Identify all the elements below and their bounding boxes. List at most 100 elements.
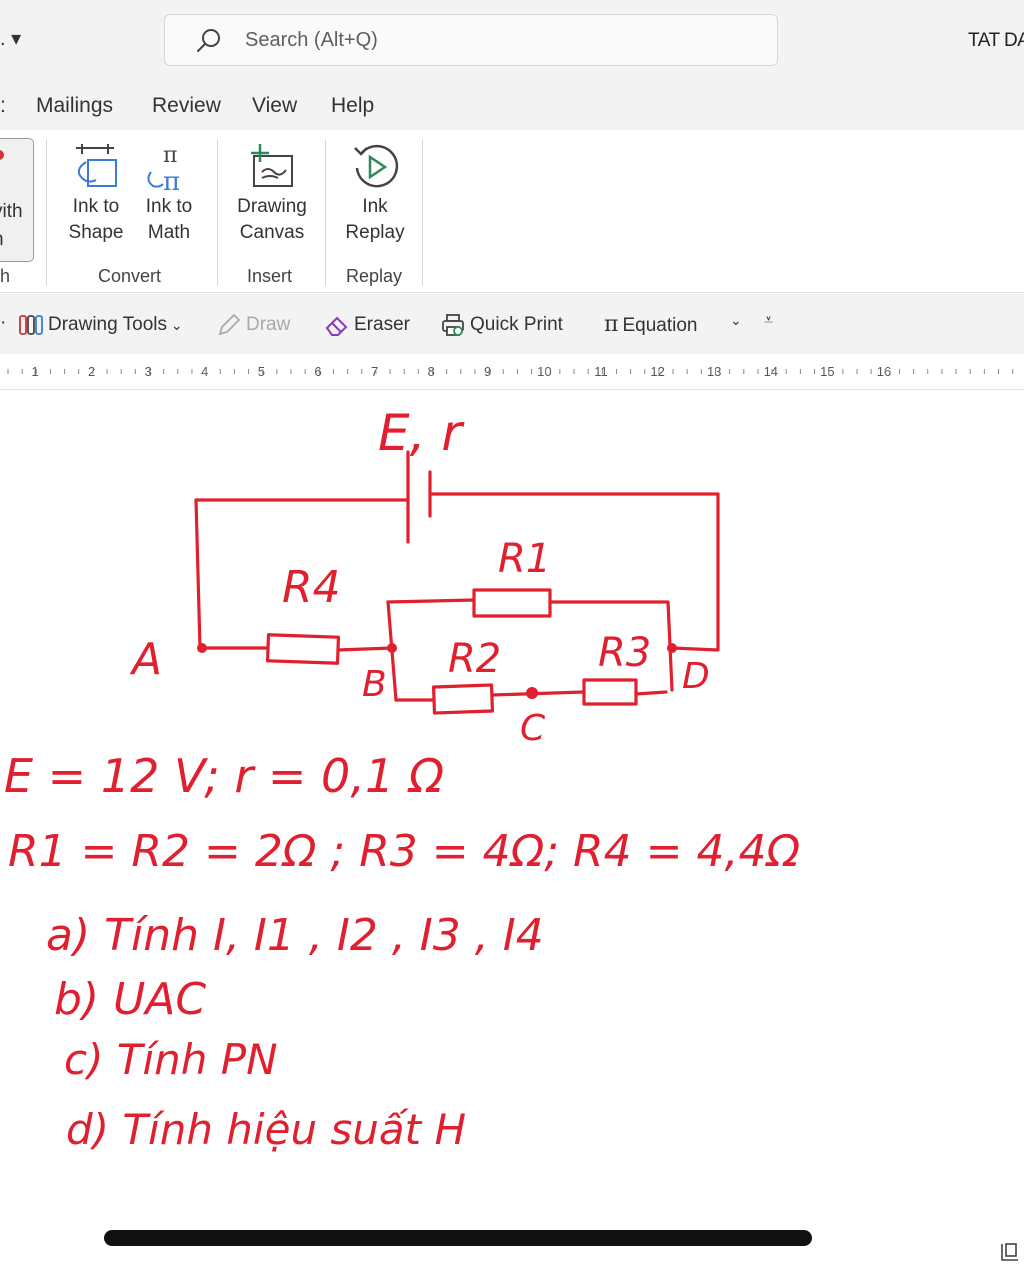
node-label-d: D [682,656,710,697]
ruler-number: 4 [201,364,208,379]
ruler-number: 16 [877,364,891,379]
tab-mailings[interactable]: Mailings [36,94,113,118]
wire-left-vertical [194,498,202,650]
ruler-number: 14 [764,364,778,379]
node-label-c: C [520,708,546,749]
resistor-label-r4: R4 [282,562,341,613]
tab-review[interactable]: Review [152,94,221,118]
ruler-number: 3 [145,364,152,379]
group-label-insert: Insert [247,266,293,286]
title-bar: . ▾ Search (Alt+Q) TAT DA [0,0,1024,82]
node-a-dot [197,643,207,653]
search-icon [197,29,220,52]
quickbar-overflow-fragment: · [0,312,7,333]
partial-button-label-2: h [0,229,4,251]
group-separator [422,140,423,286]
svg-text:π: π [163,143,177,168]
equation-dropdown-chevron-icon[interactable]: ⌄ [730,312,742,329]
resistor-label-r3: R3 [598,630,651,676]
group-separator [325,140,326,286]
ink-to-shape-label-2: Shape [68,222,124,243]
ruler-number: 7 [371,364,378,379]
pen-tip-icon [0,150,4,160]
pencil-icon [218,313,241,336]
node-label-b: B [362,664,387,705]
partial-draw-with-touch-button[interactable]: vith h [0,138,34,262]
ruler-number: 15 [820,364,834,379]
horizontal-ruler[interactable]: 1 2 3 4 5 6 7 8 9 10 11 12 13 14 15 16 [0,354,1024,390]
resistor-label-r1: R1 [498,536,551,582]
source-label: E, r [378,404,465,462]
printer-icon [442,314,464,336]
node-b-dot [387,643,397,653]
eraser-label: Eraser [354,314,410,336]
drawing-canvas-icon [251,144,293,187]
ribbon-tabs: : Mailings Review View Help [0,82,1024,130]
group-label-convert: Convert [98,266,162,286]
drawing-canvas-button[interactable]: Drawing Canvas [232,138,312,246]
equation-label: Equation [622,315,698,336]
document-canvas[interactable]: E, r R1 R4 R2 R3 A B C D E = 12 V; r = 0… [0,390,1024,1250]
question-c: c) Tính PN [64,1035,278,1084]
pens-icon [19,315,43,335]
ink-to-math-icon: π π [147,143,180,194]
ruler-number: 13 [707,364,721,379]
given-line-1: E = 12 V; r = 0,1 Ω [4,749,444,803]
group-separator [46,140,47,286]
eraser-button[interactable]: Eraser [324,312,410,338]
question-d: d) Tính hiệu suất H [66,1105,466,1154]
ink-to-shape-icon [76,144,117,187]
ink-replay-icon [354,144,399,188]
resistor-r4 [265,633,341,665]
ribbon-draw: vith h h Ink to Shape π π Ink to Math Co… [0,130,1024,293]
resistor-r3 [582,678,638,706]
quick-toolbar: · Drawing Tools ⌄ Draw Eraser Quick Prin… [0,294,1024,354]
equation-button[interactable]: π Equation [604,312,697,337]
ink-to-shape-button[interactable]: Ink to Shape [62,138,130,246]
quick-print-button[interactable]: Quick Print [440,312,563,338]
ruler-number: 6 [314,364,321,379]
ruler-number: 10 [537,364,551,379]
ink-to-math-button[interactable]: π π Ink to Math [136,138,202,246]
drawing-tools-button[interactable]: Drawing Tools ⌄ [18,312,183,338]
pi-icon: π [604,312,619,337]
page-view-icon[interactable] [998,1240,1022,1264]
wire-r3-d [634,690,668,696]
quick-access-dropdown[interactable]: . ▾ [0,26,21,51]
ink-drawing: E, r R1 R4 R2 R3 A B C D E = 12 V; r = 0… [4,404,800,1154]
node-d-dot [667,643,677,653]
wire-r4-b [336,646,394,652]
resistor-r1 [472,588,552,618]
user-name[interactable]: TAT DA [968,30,1024,52]
eraser-icon [325,316,348,336]
chevron-down-icon: ⌄ [166,317,183,334]
partial-group-label: h [0,266,11,286]
resistor-r2 [431,683,495,715]
search-input[interactable]: Search (Alt+Q) [164,14,778,66]
ink-replay-label-1: Ink [362,196,388,217]
ink-to-math-label-2: Math [147,222,191,243]
tab-view[interactable]: View [252,94,297,118]
ink-replay-button[interactable]: Ink Replay [340,138,410,246]
ink-replay-label-2: Replay [345,222,405,243]
resistor-label-r2: R2 [448,636,501,682]
draw-label: Draw [246,314,291,336]
customize-toolbar-icon[interactable]: ⩡ [764,312,773,330]
wire-right-vertical [670,492,720,652]
search-placeholder: Search (Alt+Q) [245,29,378,51]
drawing-tools-label: Drawing Tools [48,314,167,336]
ruler-number: 9 [484,364,491,379]
draw-button[interactable]: Draw [216,312,290,338]
ruler-number: 8 [428,364,435,379]
wire-top-branch-left [386,598,476,604]
ruler-number: 5 [258,364,265,379]
drawing-canvas-label-2: Canvas [239,222,305,243]
node-c-dot [526,687,538,699]
tab-help[interactable]: Help [331,94,374,118]
given-line-2: R1 = R2 = 2Ω ; R3 = 4Ω; R4 = 4,4Ω [8,826,800,877]
question-b: b) UAC [54,974,206,1025]
home-indicator[interactable] [104,1230,812,1246]
ruler-number: 2 [88,364,95,379]
group-label-replay: Replay [346,266,403,286]
drawing-canvas-label-1: Drawing [237,196,307,217]
